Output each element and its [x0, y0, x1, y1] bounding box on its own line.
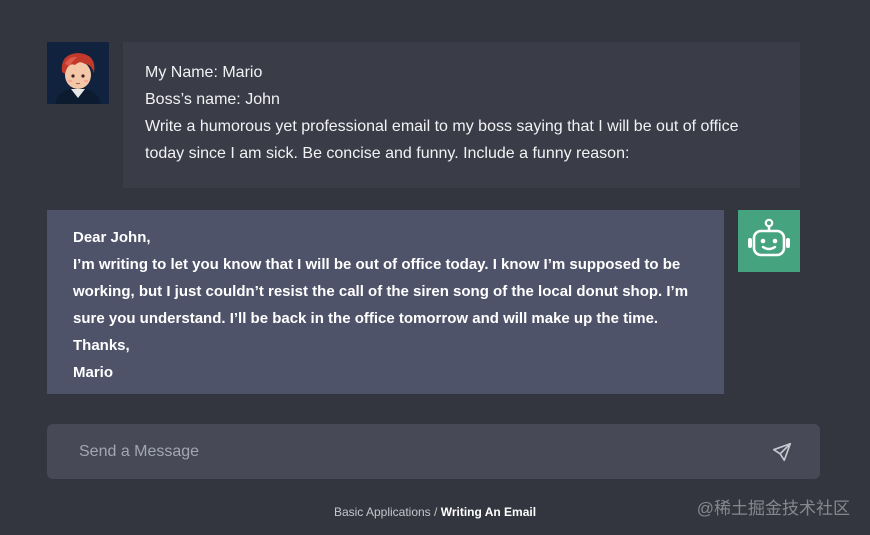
breadcrumb-current: Writing An Email — [440, 505, 537, 519]
user-message-line: My Name: Mario — [145, 64, 263, 81]
assistant-message-line: Dear John, — [73, 229, 151, 246]
breadcrumb-separator: / — [430, 505, 441, 519]
robot-icon — [748, 218, 790, 257]
send-button[interactable] — [771, 441, 793, 463]
assistant-message-line: working, but I just couldn’t resist the … — [73, 283, 689, 300]
message-composer — [47, 424, 820, 479]
bot-avatar — [738, 210, 800, 272]
message-input[interactable] — [47, 424, 747, 479]
assistant-message-line: I’m writing to let you know that I will … — [73, 256, 681, 273]
assistant-message-line: Mario — [73, 364, 114, 381]
user-message-line: Boss’s name: John — [145, 91, 280, 108]
user-avatar — [47, 42, 109, 104]
user-message-line: Write a humorous yet professional email … — [145, 118, 739, 135]
assistant-message: Dear John, I’m writing to let you know t… — [47, 210, 724, 394]
user-avatar-illustration — [47, 42, 109, 104]
assistant-message-line: Thanks, — [73, 337, 130, 354]
user-message-line: today since I am sick. Be concise and fu… — [145, 145, 630, 162]
send-icon — [772, 442, 792, 462]
assistant-message-line: sure you understand. I’ll be back in the… — [73, 310, 659, 327]
user-message: My Name: Mario Boss’s name: John Write a… — [123, 42, 800, 188]
breadcrumb-parent[interactable]: Basic Applications — [334, 505, 431, 519]
watermark: @稀土掘金技术社区 — [696, 499, 850, 518]
